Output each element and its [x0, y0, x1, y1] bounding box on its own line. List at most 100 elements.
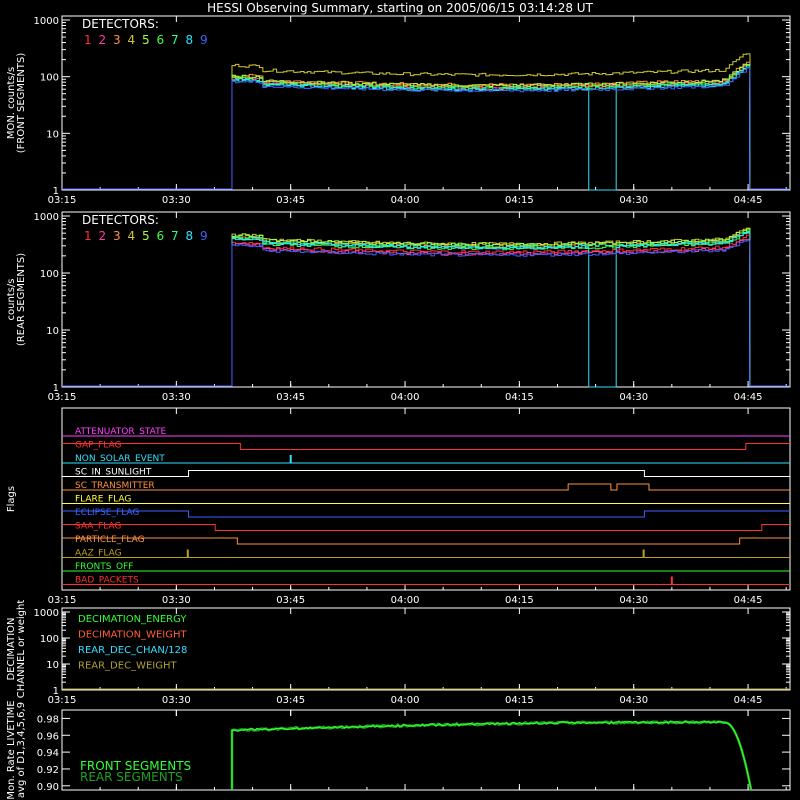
rear-panel-series-detector-6 — [62, 232, 790, 387]
flags-panel-x-tick-label: 04:15 — [505, 595, 534, 606]
front-panel-x-tick-label: 04:15 — [505, 195, 534, 206]
front-panel-x-tick-label: 03:30 — [162, 195, 191, 206]
livetime-front-series — [231, 720, 752, 791]
front-panel-y-tick-label: 100 — [40, 73, 59, 84]
front-panel-legend-detector-6: 6 — [157, 33, 165, 47]
rear-panel-x-tick-label: 04:15 — [505, 392, 534, 403]
flags-panel-x-tick-label: 03:45 — [276, 595, 305, 606]
rear-panel-legend-detector-2: 2 — [99, 229, 107, 243]
rear-panel-legend-detector-7: 7 — [171, 229, 179, 243]
flag-label: SAA_FLAG — [75, 522, 121, 532]
livetime-y-tick-label: 0.94 — [37, 748, 59, 759]
flag-line-eclipse-flag — [62, 510, 790, 518]
rear-panel-x-tick-label: 03:45 — [276, 392, 305, 403]
decimation-legend-entry: REAR_DEC_WEIGHT — [78, 661, 177, 672]
flags-panel-x-tick-label: 03:30 — [162, 595, 191, 606]
decimation-panel-y-label: CHANNEL or weight — [16, 600, 27, 699]
flag-label: FLARE_FLAG — [75, 495, 131, 505]
livetime-y-tick-label: 0.96 — [37, 731, 59, 742]
rear-panel-y-label: (REAR SEGMENTS) — [16, 253, 27, 346]
rear-panel-x-tick-label: 04:45 — [734, 392, 763, 403]
flags-panel-x-tick-label: 04:45 — [734, 595, 763, 606]
flags-panel-frame — [61, 407, 791, 591]
front-panel-x-tick-label: 04:45 — [734, 195, 763, 206]
flag-line-particle-flag — [62, 537, 790, 545]
decimation-panel-y-tick-label: 1000 — [34, 608, 59, 619]
front-panel-x-tick-label: 04:30 — [619, 195, 648, 206]
decimation-panel-x-tick-label: 03:15 — [48, 695, 77, 706]
flag-label: AAZ_FLAG — [75, 549, 122, 559]
flag-label: FRONTS_OFF — [75, 562, 133, 572]
flag-label: NON_SOLAR_EVENT — [75, 454, 165, 464]
rear-panel-series-detector-2 — [62, 238, 790, 387]
rear-panel-series-detector-8 — [62, 232, 790, 388]
flag-label: BAD_PACKETS — [75, 576, 139, 586]
livetime-y-tick-label: 0.98 — [37, 714, 59, 725]
rear-panel-legend-detector-6: 6 — [157, 229, 165, 243]
rear-panel-series-detector-3 — [62, 231, 790, 387]
rear-panel-legend-detector-9: 9 — [200, 229, 208, 243]
flags-panel-x-tick-label: 04:30 — [619, 595, 648, 606]
rear-panel-legend-detector-3: 3 — [113, 229, 121, 243]
front-panel-legend-title: DETECTORS: — [82, 17, 159, 31]
decimation-legend-entry: REAR_DEC_CHAN/128 — [78, 645, 187, 656]
flag-line-saa-flag — [62, 524, 790, 531]
rear-panel-y-tick-label: 100 — [40, 269, 59, 280]
rear-panel-x-tick-label: 04:00 — [391, 392, 420, 403]
decimation-panel-x-tick-label: 04:45 — [734, 695, 763, 706]
flag-label: SC_IN_SUNLIGHT — [75, 468, 152, 478]
front-panel-x-tick-label: 04:00 — [391, 195, 420, 206]
livetime-rear-series — [230, 720, 753, 791]
rear-panel-series-detector-1 — [62, 234, 790, 387]
decimation-legend-entry: DECIMATION_ENERGY — [78, 614, 187, 625]
front-panel-series-detector-8 — [62, 67, 790, 191]
livetime-panel-y-label: avg of D1,3,4,5,6,9 — [16, 702, 27, 798]
flag-label: ATTENUATOR_STATE — [75, 427, 167, 437]
front-panel-legend-detector-4: 4 — [128, 33, 136, 47]
front-panel-series-detector-5 — [62, 64, 790, 190]
flag-line-gap-flag — [62, 443, 790, 450]
front-panel-legend-detector-3: 3 — [113, 33, 121, 47]
rear-panel-legend-detector-5: 5 — [142, 229, 150, 243]
flag-label: GAP_FLAG — [75, 441, 121, 451]
figure-title: HESSI Observing Summary, starting on 200… — [207, 1, 593, 15]
decimation-legend-entry: DECIMATION_WEIGHT — [78, 630, 187, 641]
rear-panel-y-tick-label: 1000 — [34, 212, 59, 223]
decimation-panel-x-tick-label: 04:15 — [505, 695, 534, 706]
flags-panel-y-label: Flags — [6, 486, 17, 512]
decimation-panel-y-tick-label: 100 — [40, 634, 59, 645]
front-panel-legend-detector-1: 1 — [84, 33, 92, 47]
front-panel-x-tick-label: 03:15 — [48, 195, 77, 206]
rear-panel-legend-title: DETECTORS: — [82, 213, 159, 227]
front-panel-legend-detector-2: 2 — [99, 33, 107, 47]
rear-panel-y-tick-label: 10 — [46, 326, 59, 337]
front-panel-series-detector-4 — [62, 53, 790, 190]
rear-panel-legend-detector-8: 8 — [186, 229, 194, 243]
rear-panel-legend-detector-1: 1 — [84, 229, 92, 243]
flags-panel-x-tick-label: 04:00 — [391, 595, 420, 606]
livetime-y-tick-label: 0.92 — [37, 765, 59, 776]
flags-panel-x-tick-label: 03:15 — [48, 595, 77, 606]
decimation-panel-x-tick-label: 04:00 — [391, 695, 420, 706]
front-panel-y-tick-label: 10 — [46, 129, 59, 140]
livetime-y-tick-label: 0.90 — [37, 782, 59, 793]
decimation-panel-x-tick-label: 03:30 — [162, 695, 191, 706]
rear-panel-x-tick-label: 04:30 — [619, 392, 648, 403]
front-panel-series-detector-3 — [62, 61, 790, 190]
livetime-legend-entry: REAR SEGMENTS — [80, 770, 183, 784]
flag-label: ECLIPSE_FLAG — [75, 508, 139, 518]
rear-panel-series-detector-9 — [62, 240, 790, 387]
front-panel-legend-detector-8: 8 — [186, 33, 194, 47]
front-panel-y-tick-label: 1000 — [34, 16, 59, 27]
front-panel-legend-detector-9: 9 — [200, 33, 208, 47]
front-panel-x-tick-label: 03:45 — [276, 195, 305, 206]
flag-label: PARTICLE_FLAG — [75, 535, 145, 545]
front-panel-y-label: (FRONT SEGMENTS) — [16, 53, 27, 154]
flag-line-sc-in-sunlight — [62, 470, 790, 477]
decimation-panel-x-tick-label: 04:30 — [619, 695, 648, 706]
decimation-panel-y-tick-label: 10 — [46, 660, 59, 671]
observing-summary-figure: HESSI Observing Summary, starting on 200… — [6, 1, 791, 800]
rear-panel-x-tick-label: 03:30 — [162, 392, 191, 403]
flag-label: SC_TRANSMITTER — [75, 481, 155, 491]
decimation-panel-x-tick-label: 03:45 — [276, 695, 305, 706]
